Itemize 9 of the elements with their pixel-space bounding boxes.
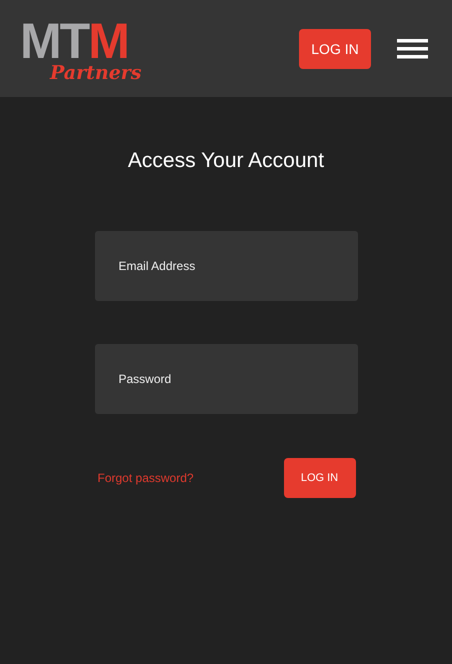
input-field[interactable]: Email Address: [94, 231, 358, 301]
input-field[interactable]: Password: [94, 344, 358, 414]
page-title: Access Your Account: [128, 149, 324, 173]
menu-icon[interactable]: [397, 38, 428, 58]
logo-tagline: Partners: [50, 62, 142, 84]
logo-wordmark: MTM: [20, 18, 128, 64]
submit-button[interactable]: LOG IN: [284, 458, 356, 498]
forgot-password-link[interactable]: Forgot password?: [98, 471, 194, 485]
login-button[interactable]: LOG IN: [299, 28, 371, 68]
